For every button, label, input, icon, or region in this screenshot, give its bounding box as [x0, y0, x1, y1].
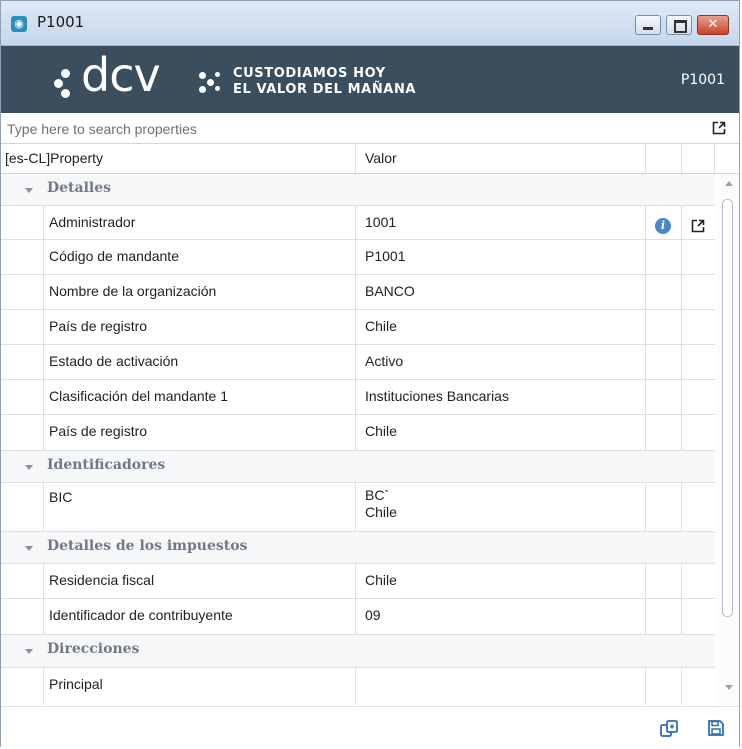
- tagline-line-2: EL VALOR DEL MAÑANA: [233, 82, 417, 97]
- group-header-direcciones[interactable]: Direcciones: [1, 635, 715, 668]
- copy-icon[interactable]: [659, 719, 679, 739]
- row-indent-line: [43, 206, 44, 451]
- property-name: País de registro: [49, 318, 148, 334]
- property-row[interactable]: Clasificación del mandante 1 Institucion…: [1, 380, 715, 415]
- property-name: Administrador: [49, 214, 136, 230]
- property-value[interactable]: 09: [365, 607, 381, 623]
- open-external-icon[interactable]: [691, 219, 705, 233]
- chevron-down-icon[interactable]: [25, 188, 33, 193]
- column-divider: [645, 668, 646, 705]
- brand-banner: dcv CUSTODIAMOS HOY EL VALOR DEL MAÑANA …: [1, 46, 739, 113]
- property-row[interactable]: Código de mandante P1001: [1, 240, 715, 275]
- column-divider: [355, 483, 356, 532]
- property-row[interactable]: Residencia fiscal Chile: [1, 564, 715, 599]
- logo-dots-icon: [199, 58, 229, 102]
- property-row[interactable]: Administrador 1001 i: [1, 206, 715, 240]
- group-header-impuestos[interactable]: Detalles de los impuestos: [1, 532, 715, 564]
- property-name: Nombre de la organización: [49, 283, 217, 299]
- minimize-button[interactable]: [635, 15, 661, 35]
- search-bar: [1, 113, 739, 144]
- footer-toolbar: [1, 706, 739, 747]
- column-divider: [645, 144, 646, 173]
- column-divider: [681, 206, 682, 451]
- column-divider: [681, 483, 682, 532]
- logo-dots-icon: [51, 58, 81, 102]
- open-external-icon[interactable]: [712, 121, 726, 135]
- app-icon: ◉: [11, 16, 27, 32]
- property-name: Código de mandante: [49, 248, 179, 264]
- value-line: BC`: [365, 487, 390, 503]
- column-divider: [714, 144, 715, 173]
- row-indent-line: [43, 564, 44, 635]
- property-value[interactable]: 1001: [365, 214, 396, 230]
- column-divider: [681, 564, 682, 635]
- logo: dcv: [81, 48, 161, 102]
- scroll-down-icon[interactable]: [725, 685, 733, 690]
- group-label: Identificadores: [47, 457, 166, 473]
- group-header-identificadores[interactable]: Identificadores: [1, 451, 715, 483]
- column-header-property[interactable]: [es-CL]Property: [5, 144, 103, 173]
- property-value[interactable]: P1001: [365, 248, 405, 264]
- property-name: Clasificación del mandante 1: [49, 388, 228, 404]
- tagline-line-1: CUSTODIAMOS HOY: [233, 66, 386, 81]
- search-input[interactable]: [5, 117, 689, 141]
- property-value[interactable]: Chile: [365, 572, 397, 588]
- property-row[interactable]: País de registro Chile: [1, 310, 715, 345]
- chevron-down-icon[interactable]: [25, 465, 33, 470]
- group-header-detalles[interactable]: Detalles: [1, 174, 715, 206]
- window-title: P1001: [37, 13, 85, 31]
- property-value[interactable]: Instituciones Bancarias: [365, 388, 509, 404]
- row-indent-line: [43, 668, 44, 705]
- property-name: Estado de activación: [49, 353, 179, 369]
- property-row[interactable]: Nombre de la organización BANCO: [1, 275, 715, 310]
- property-value[interactable]: BANCO: [365, 283, 415, 299]
- properties-window: ◉ P1001 ✕ dcv CUSTODIAMOS HOY EL VALOR D…: [0, 0, 740, 747]
- chevron-down-icon[interactable]: [25, 649, 33, 654]
- column-divider: [681, 668, 682, 705]
- scrollbar-thumb[interactable]: [722, 199, 733, 617]
- close-button[interactable]: ✕: [697, 15, 729, 35]
- scroll-up-icon[interactable]: [725, 181, 733, 186]
- banner-code: P1001: [680, 72, 725, 88]
- property-value[interactable]: Activo: [365, 353, 403, 369]
- property-name: Residencia fiscal: [49, 572, 155, 588]
- property-value[interactable]: Chile: [365, 318, 397, 334]
- chevron-down-icon[interactable]: [25, 546, 33, 551]
- grid-header: [es-CL]Property Valor: [1, 144, 739, 174]
- property-row[interactable]: Principal: [1, 668, 715, 705]
- column-divider: [645, 483, 646, 532]
- property-value[interactable]: BC` Chile: [365, 487, 397, 521]
- property-row[interactable]: Estado de activación Activo: [1, 345, 715, 380]
- maximize-button[interactable]: [666, 15, 692, 35]
- property-row[interactable]: BIC BC` Chile: [1, 483, 715, 532]
- property-name: País de registro: [49, 423, 148, 439]
- value-line: Chile: [365, 504, 397, 520]
- title-bar[interactable]: ◉ P1001 ✕: [1, 1, 739, 46]
- column-divider: [355, 564, 356, 635]
- save-icon[interactable]: [707, 719, 725, 737]
- column-divider: [645, 206, 646, 451]
- column-divider: [355, 144, 356, 173]
- row-indent-line: [43, 483, 44, 532]
- property-name: Identificador de contribuyente: [49, 607, 233, 623]
- property-name: Principal: [49, 676, 103, 692]
- column-divider: [681, 144, 682, 173]
- group-label: Detalles: [47, 180, 112, 196]
- property-row[interactable]: Identificador de contribuyente 09: [1, 599, 715, 635]
- property-value[interactable]: Chile: [365, 423, 397, 439]
- column-header-value[interactable]: Valor: [365, 144, 397, 173]
- info-icon[interactable]: i: [655, 218, 671, 234]
- group-label: Detalles de los impuestos: [47, 538, 248, 554]
- property-row[interactable]: País de registro Chile: [1, 415, 715, 451]
- column-divider: [355, 206, 356, 451]
- column-divider: [355, 668, 356, 705]
- tagline: CUSTODIAMOS HOY EL VALOR DEL MAÑANA: [233, 66, 416, 98]
- group-label: Direcciones: [47, 641, 140, 657]
- property-name: BIC: [49, 489, 73, 505]
- column-divider: [645, 564, 646, 635]
